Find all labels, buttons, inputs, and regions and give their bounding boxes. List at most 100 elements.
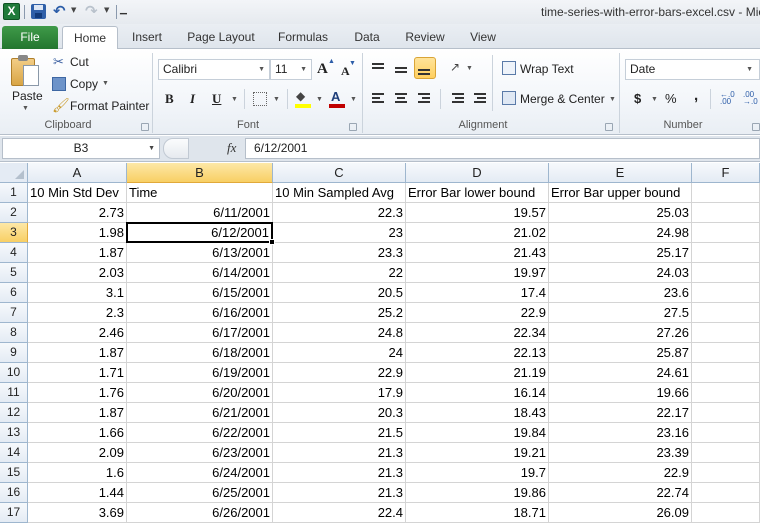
borders-dropdown-icon[interactable]: ▼	[273, 96, 280, 103]
table-cell[interactable]	[692, 243, 760, 263]
table-cell[interactable]: 21.3	[273, 463, 406, 483]
header-cell[interactable]: Error Bar lower bound	[406, 183, 549, 203]
table-cell[interactable]	[692, 283, 760, 303]
table-cell[interactable]: 23.39	[549, 443, 692, 463]
table-cell[interactable]: 6/13/2001	[127, 243, 273, 263]
font-dialog-launcher-icon[interactable]	[349, 123, 357, 131]
merge-center-button[interactable]: Merge & Center	[520, 92, 605, 106]
row-header-5[interactable]: 5	[0, 263, 28, 283]
table-cell[interactable]	[692, 483, 760, 503]
table-cell[interactable]: 24.98	[549, 223, 692, 243]
table-cell[interactable]: 21.02	[406, 223, 549, 243]
table-cell[interactable]: 2.3	[28, 303, 127, 323]
number-format-combo[interactable]: Date ▼	[625, 59, 760, 80]
table-cell[interactable]: 25.03	[549, 203, 692, 223]
table-cell[interactable]: 18.43	[406, 403, 549, 423]
table-cell[interactable]: 2.03	[28, 263, 127, 283]
redo-icon[interactable]: ↷	[85, 2, 98, 20]
row-header-6[interactable]: 6	[0, 283, 28, 303]
undo-icon[interactable]: ↶	[53, 2, 66, 20]
row-header-10[interactable]: 10	[0, 363, 28, 383]
copy-button[interactable]: Copy	[70, 77, 98, 91]
italic-button[interactable]: I	[190, 91, 195, 107]
row-header-15[interactable]: 15	[0, 463, 28, 483]
table-cell[interactable]: 23.6	[549, 283, 692, 303]
table-cell[interactable]: 23	[273, 223, 406, 243]
tab-home[interactable]: Home	[62, 26, 118, 50]
row-header-8[interactable]: 8	[0, 323, 28, 343]
column-header-a[interactable]: A	[28, 163, 127, 183]
tab-page-layout[interactable]: Page Layout	[182, 26, 260, 49]
table-cell[interactable]: 17.4	[406, 283, 549, 303]
column-header-e[interactable]: E	[549, 163, 692, 183]
row-header-13[interactable]: 13	[0, 423, 28, 443]
table-cell[interactable]: 22.74	[549, 483, 692, 503]
table-cell[interactable]	[692, 503, 760, 523]
row-header-4[interactable]: 4	[0, 243, 28, 263]
table-cell[interactable]: 25.87	[549, 343, 692, 363]
table-cell[interactable]: 6/20/2001	[127, 383, 273, 403]
align-center-icon[interactable]	[395, 93, 409, 105]
table-cell[interactable]: 21.3	[273, 483, 406, 503]
table-cell[interactable]: 1.71	[28, 363, 127, 383]
table-cell[interactable]: 19.97	[406, 263, 549, 283]
undo-dropdown-icon[interactable]: ▼	[71, 6, 76, 14]
wrap-text-button[interactable]: Wrap Text	[520, 62, 574, 76]
table-cell[interactable]: 21.19	[406, 363, 549, 383]
row-header-17[interactable]: 17	[0, 503, 28, 523]
tab-file[interactable]: File	[2, 26, 58, 49]
table-cell[interactable]: 22.17	[549, 403, 692, 423]
formula-input[interactable]: 6/12/2001	[245, 138, 760, 159]
alignment-dialog-launcher-icon[interactable]	[605, 123, 613, 131]
table-cell[interactable]: 1.87	[28, 243, 127, 263]
percent-button[interactable]: %	[665, 91, 677, 106]
table-cell[interactable]: 22.4	[273, 503, 406, 523]
table-cell[interactable]	[692, 443, 760, 463]
row-header-16[interactable]: 16	[0, 483, 28, 503]
table-cell[interactable]: 1.44	[28, 483, 127, 503]
row-header-3[interactable]: 3	[0, 223, 28, 243]
table-cell[interactable]: 2.73	[28, 203, 127, 223]
table-cell[interactable]: 24.03	[549, 263, 692, 283]
table-cell[interactable]: 24.61	[549, 363, 692, 383]
table-cell[interactable]: 2.09	[28, 443, 127, 463]
table-cell[interactable]: 6/21/2001	[127, 403, 273, 423]
table-cell[interactable]	[692, 463, 760, 483]
table-cell[interactable]: 2.46	[28, 323, 127, 343]
table-cell[interactable]: 6/26/2001	[127, 503, 273, 523]
chevron-down-icon[interactable]: ▼	[300, 60, 307, 79]
row-header-7[interactable]: 7	[0, 303, 28, 323]
table-cell[interactable]: 22.3	[273, 203, 406, 223]
column-header-f[interactable]: F	[692, 163, 760, 183]
merge-dropdown-icon[interactable]: ▼	[609, 96, 616, 103]
table-cell[interactable]	[692, 323, 760, 343]
table-cell[interactable]: 22.9	[406, 303, 549, 323]
table-cell[interactable]: 22	[273, 263, 406, 283]
table-cell[interactable]: 19.21	[406, 443, 549, 463]
table-cell[interactable]: 21.3	[273, 443, 406, 463]
tab-formulas[interactable]: Formulas	[272, 26, 334, 49]
table-cell[interactable]: 25.2	[273, 303, 406, 323]
header-cell[interactable]: Time	[127, 183, 273, 203]
table-cell[interactable]: 1.76	[28, 383, 127, 403]
clipboard-dialog-launcher-icon[interactable]	[141, 123, 149, 131]
currency-button[interactable]: $	[634, 91, 641, 106]
chevron-down-icon[interactable]: ▼	[258, 60, 265, 79]
table-cell[interactable]: 20.3	[273, 403, 406, 423]
table-cell[interactable]	[692, 263, 760, 283]
table-cell[interactable]: 1.66	[28, 423, 127, 443]
tab-view[interactable]: View	[462, 26, 504, 49]
table-cell[interactable]	[692, 223, 760, 243]
copy-dropdown-icon[interactable]: ▼	[102, 80, 109, 87]
underline-dropdown-icon[interactable]: ▼	[231, 96, 238, 103]
row-header-12[interactable]: 12	[0, 403, 28, 423]
table-cell[interactable]: 19.57	[406, 203, 549, 223]
header-cell[interactable]: 10 Min Std Dev	[28, 183, 127, 203]
currency-dropdown-icon[interactable]: ▼	[651, 96, 658, 103]
excel-app-icon[interactable]: X	[3, 3, 20, 20]
orientation-dropdown-icon[interactable]: ▼	[466, 65, 473, 72]
table-cell[interactable]: 6/23/2001	[127, 443, 273, 463]
orientation-icon[interactable]: ↗	[450, 60, 460, 74]
table-cell[interactable]: 6/14/2001	[127, 263, 273, 283]
table-cell[interactable]: 1.6	[28, 463, 127, 483]
